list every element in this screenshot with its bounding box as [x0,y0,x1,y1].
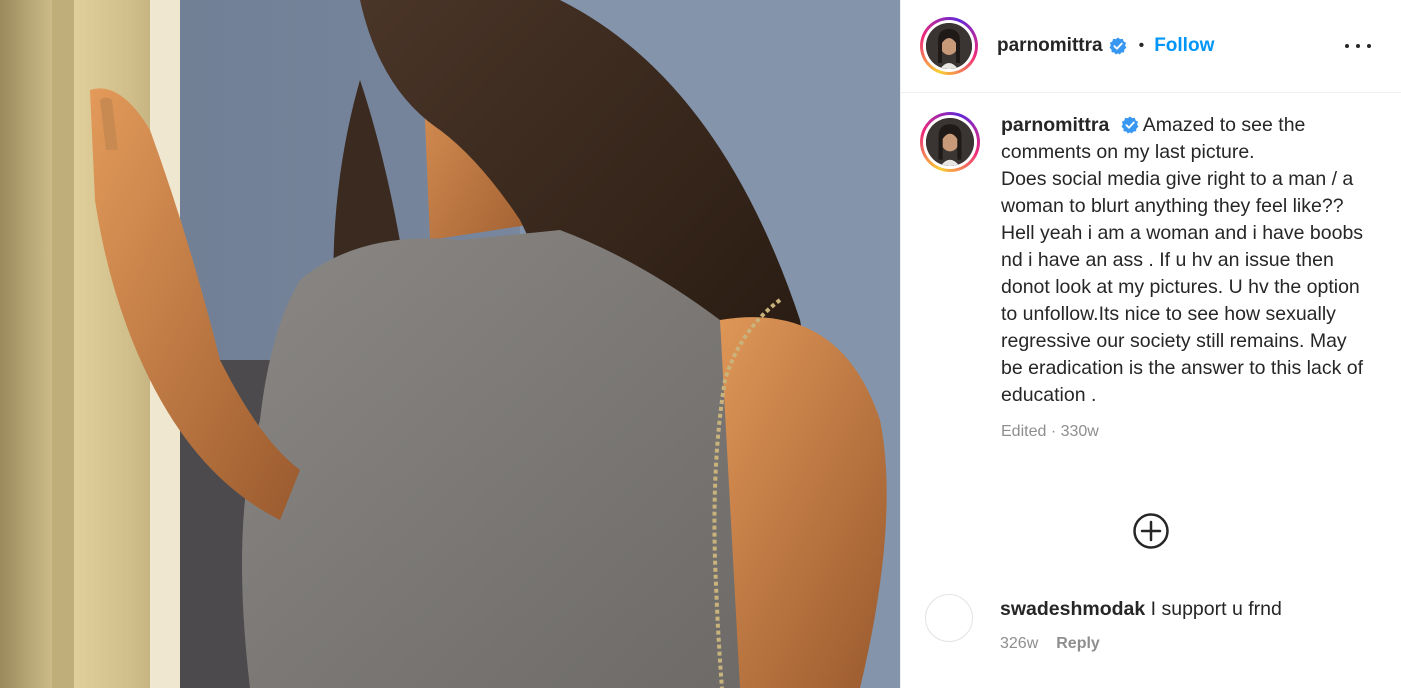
verified-badge-icon [1121,116,1139,134]
post-caption: parnomittra Amazed to see the comments o… [920,112,1390,445]
reply-button[interactable]: Reply [1056,635,1100,653]
comment-time[interactable]: 326w [1000,635,1038,653]
post-header: parnomittra • Follow [901,0,1401,93]
caption-avatar-photo [926,118,974,166]
header-username[interactable]: parnomittra [997,35,1103,57]
comment-text: I support u frnd [1150,598,1282,620]
more-options-icon[interactable] [1345,35,1371,57]
comment-username[interactable]: swadeshmodak [1000,598,1145,620]
caption-meta: Edited · 330w [1001,423,1099,440]
avatar-photo [926,23,972,69]
caption-text: Amazed to see the comments on my last pi… [1001,114,1364,406]
add-circle-icon[interactable] [1132,512,1170,550]
caption-username[interactable]: parnomittra [1001,114,1109,136]
follow-button[interactable]: Follow [1154,35,1214,57]
verified-badge-icon [1109,37,1126,55]
caption-avatar[interactable] [920,112,980,172]
separator-dot: • [1138,37,1145,54]
commenter-avatar[interactable] [925,594,973,642]
post-photo [0,0,900,688]
comment-item: swadeshmodak I support u frnd 326w Reply [925,594,1385,653]
post-image[interactable] [0,0,900,688]
profile-avatar[interactable] [920,17,978,75]
post-side-panel: parnomittra • Follow parnomittra Amazed … [900,0,1401,688]
